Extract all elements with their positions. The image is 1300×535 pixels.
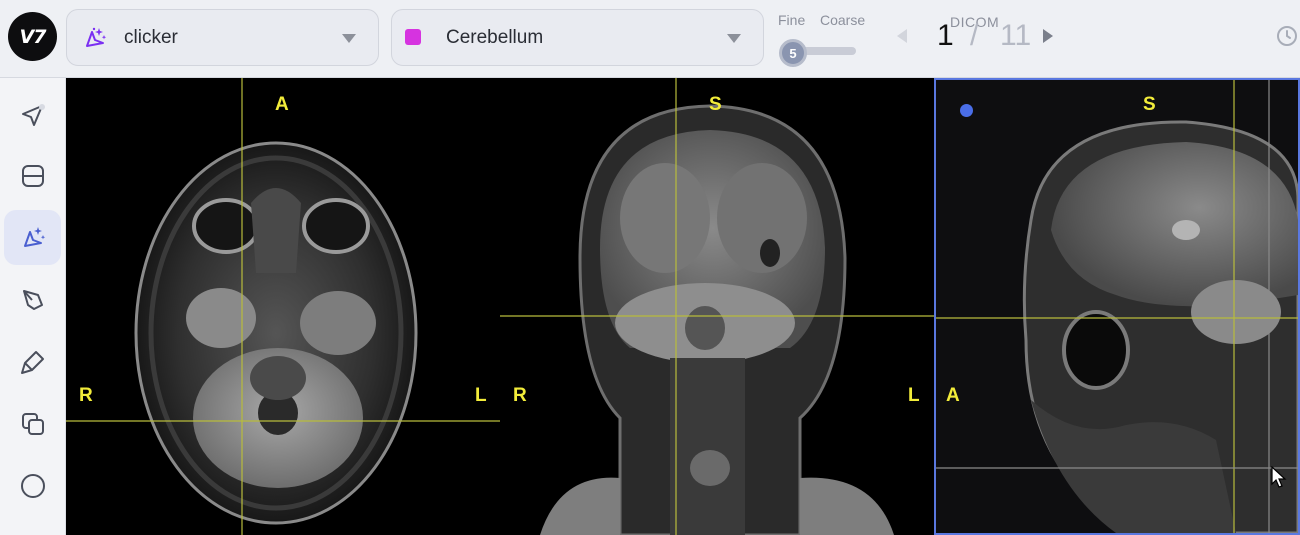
brush-fine-label[interactable]: Fine (778, 12, 805, 28)
circle-icon (20, 473, 45, 498)
brush-size-knob[interactable]: 5 (779, 39, 807, 67)
ellipse-tool-button[interactable] (4, 458, 61, 513)
pen-tool-button[interactable] (4, 272, 61, 327)
brush-coarse-label[interactable]: Coarse (820, 12, 865, 28)
axial-viewport[interactable]: A R L (66, 78, 500, 535)
brush-tool-button[interactable] (4, 334, 61, 389)
sagittal-viewport[interactable]: S A (934, 78, 1300, 535)
bounding-box-tool-button[interactable] (4, 148, 61, 203)
class-select[interactable]: Cerebellum (391, 9, 764, 66)
next-frame-icon[interactable] (1043, 29, 1053, 43)
frame-separator: / (970, 19, 979, 52)
v7-logo[interactable]: V7 (8, 12, 57, 61)
mouse-cursor-icon (1271, 466, 1287, 488)
annotation-app: V7 clicker Cerebellum Fine Coarse 5 DICO… (0, 0, 1300, 535)
coronal-scan-image (500, 78, 934, 535)
clicker-sparkle-icon (86, 27, 107, 47)
navigation-arrow-icon (21, 103, 45, 126)
navigate-tool-button[interactable] (4, 88, 61, 143)
total-frames: 11 (1000, 19, 1032, 52)
pen-nib-icon (22, 289, 43, 310)
orientation-top: A (275, 94, 289, 115)
brush-icon (20, 350, 44, 374)
clock-icon[interactable] (1276, 25, 1298, 47)
top-toolbar: V7 clicker Cerebellum Fine Coarse 5 DICO… (0, 0, 1300, 78)
clicker-sparkle-icon (23, 226, 45, 247)
orientation-top: S (709, 94, 722, 115)
orientation-left: R (79, 385, 93, 406)
orientation-top: S (1143, 94, 1156, 115)
coronal-viewport[interactable]: S R L (500, 78, 934, 535)
orientation-right: L (475, 385, 487, 406)
layers-icon (21, 412, 44, 435)
copy-tool-button[interactable] (4, 396, 61, 451)
orientation-left: R (513, 385, 527, 406)
previous-frame-icon[interactable] (897, 29, 907, 43)
class-color-swatch (405, 29, 421, 45)
axial-scan-image (66, 78, 500, 535)
sagittal-scan-image (936, 80, 1298, 533)
orientation-left: A (946, 385, 960, 406)
rounded-box-icon (21, 164, 44, 187)
tool-sidebar (0, 78, 66, 535)
tool-select[interactable]: clicker (66, 9, 379, 66)
current-frame[interactable]: 1 (937, 19, 954, 53)
class-select-value: Cerebellum (446, 27, 544, 48)
clicker-tool-button[interactable] (4, 210, 61, 265)
active-viewport-indicator (960, 104, 973, 117)
chevron-down-icon (727, 34, 741, 43)
orientation-right: L (908, 385, 920, 406)
tool-select-value: clicker (124, 27, 178, 48)
chevron-down-icon (342, 34, 356, 43)
